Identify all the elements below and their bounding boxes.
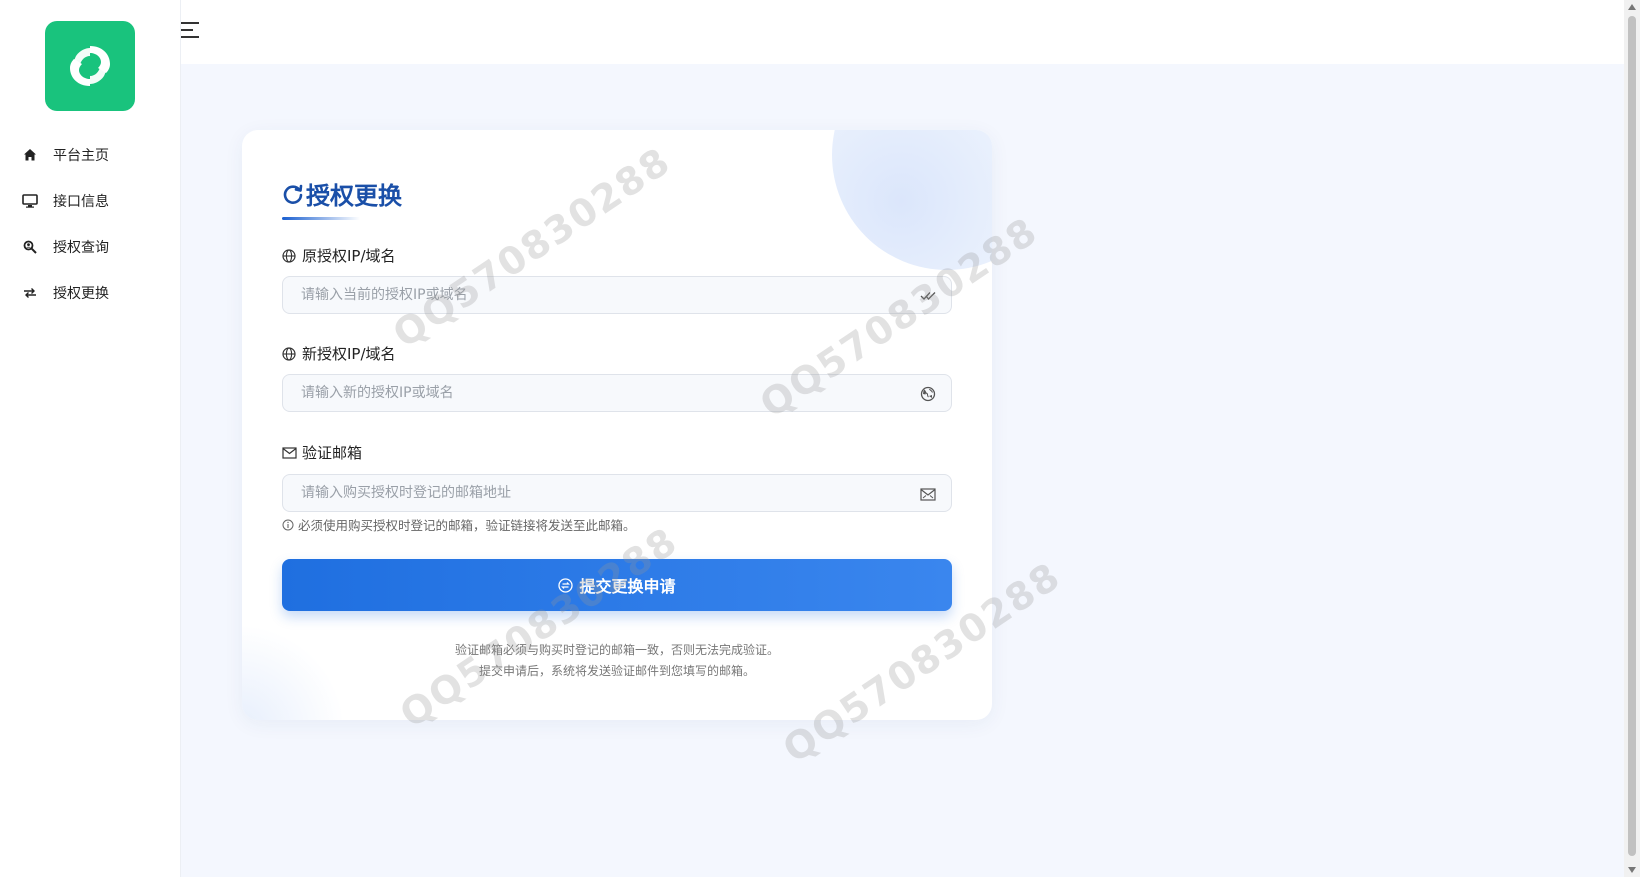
mail-send-icon (919, 485, 937, 503)
email-hint: 必须使用购买授权时登记的邮箱，验证链接将发送至此邮箱。 (282, 515, 636, 534)
page-title-text: 授权更换 (306, 182, 402, 210)
sidebar-item-api-info[interactable]: 接口信息 (22, 189, 172, 213)
new-ip-field-wrapper (282, 374, 952, 412)
scroll-thumb[interactable] (1628, 16, 1636, 856)
scroll-up-arrow-icon[interactable] (1628, 4, 1636, 10)
info-icon (282, 519, 294, 531)
exchange-circle-icon (558, 577, 574, 593)
logo[interactable] (45, 21, 135, 111)
earth-icon (919, 385, 937, 403)
new-ip-label: 新授权IP/域名 (282, 343, 396, 364)
license-change-card: 授权更换 原授权IP/域名 新授权IP/域名 验证邮箱 (242, 130, 992, 720)
swap-icon (22, 285, 38, 301)
page-title: 授权更换 (282, 176, 402, 211)
monitor-icon (22, 193, 38, 209)
old-ip-field-wrapper (282, 276, 952, 314)
old-ip-input[interactable] (283, 277, 951, 313)
hamburger-icon[interactable] (181, 22, 201, 40)
globe-icon (282, 248, 298, 264)
search-person-icon (22, 239, 38, 255)
home-icon (22, 147, 38, 163)
scrollbar[interactable] (1624, 0, 1640, 877)
title-underline (282, 217, 360, 220)
sidebar-item-license-query[interactable]: 授权查询 (22, 235, 172, 259)
sidebar-item-label: 授权查询 (53, 240, 109, 256)
decorative-circle (832, 130, 992, 270)
submit-change-button[interactable]: 提交更换申请 (282, 559, 952, 611)
new-ip-input[interactable] (283, 375, 951, 411)
chat-logo-icon (70, 46, 110, 86)
email-label: 验证邮箱 (282, 442, 362, 463)
double-check-icon (919, 287, 937, 305)
footnote: 验证邮箱必须与购买时登记的邮箱一致，否则无法完成验证。 提交申请后，系统将发送验… (454, 643, 779, 678)
sidebar-item-label: 接口信息 (53, 194, 109, 210)
email-field[interactable] (283, 475, 951, 511)
top-header (181, 0, 1624, 64)
sidebar-item-home[interactable]: 平台主页 (22, 143, 172, 167)
scroll-down-arrow-icon[interactable] (1628, 867, 1636, 873)
sidebar-item-license-change[interactable]: 授权更换 (22, 281, 172, 305)
sidebar: 平台主页 接口信息 授权查询 授权更换 (0, 0, 181, 877)
email-field-wrapper (282, 474, 952, 512)
sidebar-item-label: 授权更换 (53, 286, 109, 302)
mail-icon (282, 445, 298, 461)
refresh-icon (282, 183, 304, 205)
old-ip-label: 原授权IP/域名 (282, 245, 396, 266)
globe-icon (282, 346, 298, 362)
sidebar-item-label: 平台主页 (53, 148, 109, 164)
